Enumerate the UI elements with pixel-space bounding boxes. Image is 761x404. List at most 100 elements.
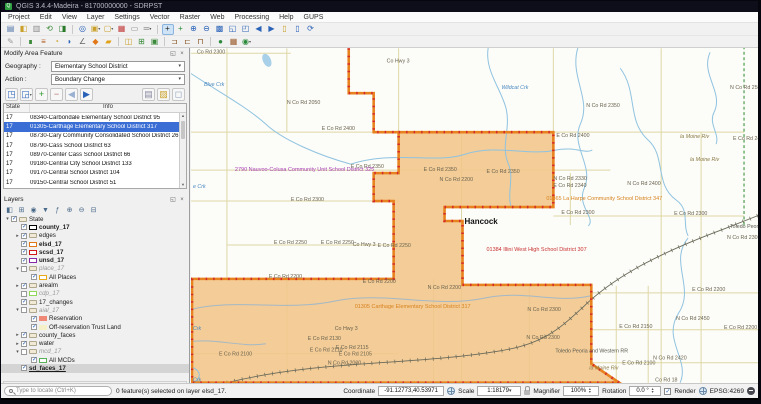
visibility-checkbox[interactable]: ✓ [21, 249, 27, 255]
previous-record-button[interactable]: ◀ [65, 88, 78, 101]
select-by-value-button[interactable]: ▢▾ [103, 24, 115, 35]
expand-arrow-icon[interactable]: ▾ [14, 266, 21, 272]
manage-map-themes-button[interactable]: ◉ [29, 206, 38, 215]
layer-row-aial-17[interactable]: ▾aial_17 [1, 306, 189, 314]
render-checkbox[interactable]: ✓ [664, 388, 671, 395]
statistics-summary-button[interactable]: ∎ [25, 36, 37, 47]
visibility-checkbox[interactable]: ✓ [21, 241, 27, 247]
globe-tool-button[interactable]: ● [215, 36, 227, 47]
edit-attributes-button[interactable]: ▨ [157, 88, 170, 101]
spinner-icon[interactable]: ▲▼ [651, 388, 654, 395]
spinner-icon[interactable]: ▲▼ [588, 388, 591, 395]
export-map-button[interactable]: ◨ [57, 24, 69, 35]
visibility-checkbox[interactable]: ✓ [21, 365, 27, 371]
geometry-checker-button[interactable]: ⊞ [136, 36, 148, 47]
export-door-button[interactable]: ⊏ [182, 36, 194, 47]
menu-raster[interactable]: Raster [175, 13, 206, 22]
zoom-to-selection-button[interactable]: ◱ [227, 24, 239, 35]
collapse-all-button[interactable]: ⊖ [77, 206, 86, 215]
decorations-button[interactable]: ◗ [64, 36, 76, 47]
remove-area-button[interactable]: − [50, 88, 63, 101]
visibility-checkbox[interactable]: ✓ [31, 316, 37, 322]
recycle-project-button[interactable]: ⟲ [44, 24, 56, 35]
flag-tool-button[interactable]: ◆ [90, 36, 102, 47]
menu-view[interactable]: View [57, 13, 82, 22]
column-state[interactable]: State [4, 104, 30, 112]
scroll-down-icon[interactable]: ▼ [180, 182, 186, 188]
zoom-last-button[interactable]: ◀ [253, 24, 265, 35]
visibility-checkbox[interactable]: ✓ [21, 258, 27, 264]
layer-row-off-reservation-trust-land[interactable]: ✓Off-reservation Trust Land [1, 323, 189, 331]
layer-row-state[interactable]: ▾✓State [1, 215, 189, 223]
show-labels-button[interactable]: ≡ [38, 36, 50, 47]
filter-by-expression-button[interactable]: ƒ [53, 206, 62, 215]
layer-row-county-faces[interactable]: ▸✓county_faces [1, 331, 189, 339]
pie-diagram-button[interactable]: ◔ [51, 36, 63, 47]
district-row[interactable]: 1709150-Central School District 51 [4, 178, 179, 187]
expand-arrow-icon[interactable]: ▸ [14, 341, 21, 347]
new-bookmark-button[interactable]: ▯ [279, 24, 291, 35]
visibility-checkbox[interactable]: ✓ [31, 274, 37, 280]
layer-row-elsd-17[interactable]: ✓elsd_17 [1, 240, 189, 248]
menu-layer[interactable]: Layer [82, 13, 110, 22]
review-door-button[interactable]: ⊓ [195, 36, 207, 47]
district-row[interactable]: 1708790-Cass School District 63 [4, 141, 179, 150]
expand-arrow-icon[interactable]: ▸ [14, 283, 21, 289]
grid-tool-button[interactable]: ▦ [228, 36, 240, 47]
measure-angle-button[interactable]: ∠ [77, 36, 89, 47]
deselect-features-button[interactable]: ▦ [116, 24, 128, 35]
expand-arrow-icon[interactable]: ▾ [14, 349, 21, 355]
zoom-out-button[interactable]: ⊖ [201, 24, 213, 35]
import-options-button[interactable]: ◲▾ [20, 88, 33, 101]
expand-arrow-icon[interactable]: ▾ [14, 307, 21, 313]
map-tips-button[interactable]: ▭ [129, 24, 141, 35]
menu-gups[interactable]: GUPS [299, 13, 329, 22]
coordinate-field[interactable]: -91.12773,40.53971 [378, 386, 444, 396]
open-attribute-table-button[interactable]: ▤ [142, 88, 155, 101]
visibility-checkbox[interactable]: ✓ [21, 332, 27, 338]
menu-project[interactable]: Project [3, 13, 35, 22]
expand-arrow-icon[interactable]: ▸ [14, 233, 21, 239]
close-icon[interactable]: × [178, 196, 186, 204]
lock-scale-icon[interactable] [524, 390, 530, 395]
menu-web[interactable]: Web [205, 13, 229, 22]
undock-icon[interactable]: ◱ [169, 196, 177, 204]
menu-help[interactable]: Help [274, 13, 298, 22]
district-row[interactable]: 1709170-Central School District 104 [4, 169, 179, 178]
import-boundary-button[interactable]: ◳ [5, 88, 18, 101]
show-bookmarks-button[interactable]: ▯ [292, 24, 304, 35]
table-scrollbar[interactable]: ▲ ▼ [179, 113, 186, 188]
scrollbar-thumb[interactable] [181, 121, 185, 139]
expand-all-button[interactable]: ⊕ [65, 206, 74, 215]
scale-select[interactable]: 1:18179▾ [477, 386, 521, 396]
district-row[interactable]: 1708730-Cary Community Consolidated Scho… [4, 132, 179, 141]
processing-globe-button[interactable]: ◉▾ [241, 36, 253, 47]
select-features-button[interactable]: ▣▾ [90, 24, 102, 35]
visibility-checkbox[interactable]: ✓ [21, 224, 27, 230]
attribute-checker-button[interactable]: ◫ [123, 36, 135, 47]
layer-row-mcd-17[interactable]: ▾mcd_17 [1, 348, 189, 356]
form-validate-button[interactable]: ▣ [149, 36, 161, 47]
save-project-button[interactable]: ▤ [5, 24, 17, 35]
menu-processing[interactable]: Processing [229, 13, 274, 22]
visibility-checkbox[interactable] [21, 349, 27, 355]
layer-row-arealm[interactable]: ▸✓arealm [1, 281, 189, 289]
magnifier-field[interactable]: 100%▲▼ [563, 386, 599, 396]
expand-arrow-icon[interactable]: ▾ [4, 216, 11, 222]
district-row[interactable]: 1709180-Central City School District 133 [4, 159, 179, 168]
identify-features-button[interactable]: ◎ [77, 24, 89, 35]
district-row[interactable]: 1708970-Center Cass School District 66 [4, 150, 179, 159]
scroll-up-icon[interactable]: ▲ [180, 113, 186, 119]
crs-value[interactable]: EPSG:4269 [710, 388, 744, 395]
filter-legend-button[interactable]: ▼ [41, 206, 50, 215]
geography-select[interactable]: Elementary School District ▾ [51, 61, 185, 72]
layer-row-17-changes[interactable]: ✓17_changes [1, 298, 189, 306]
zoom-to-extent-button[interactable]: ◻ [172, 88, 185, 101]
column-info[interactable]: Info [30, 104, 186, 112]
extent-icon[interactable] [447, 387, 455, 395]
zoom-in-button[interactable]: ⊕ [188, 24, 200, 35]
open-layer-styling-button[interactable]: ◧ [5, 206, 14, 215]
zoom-to-layer-button[interactable]: ◰ [240, 24, 252, 35]
expand-arrow-icon[interactable]: ▸ [14, 332, 21, 338]
visibility-checkbox[interactable]: ✓ [11, 216, 17, 222]
